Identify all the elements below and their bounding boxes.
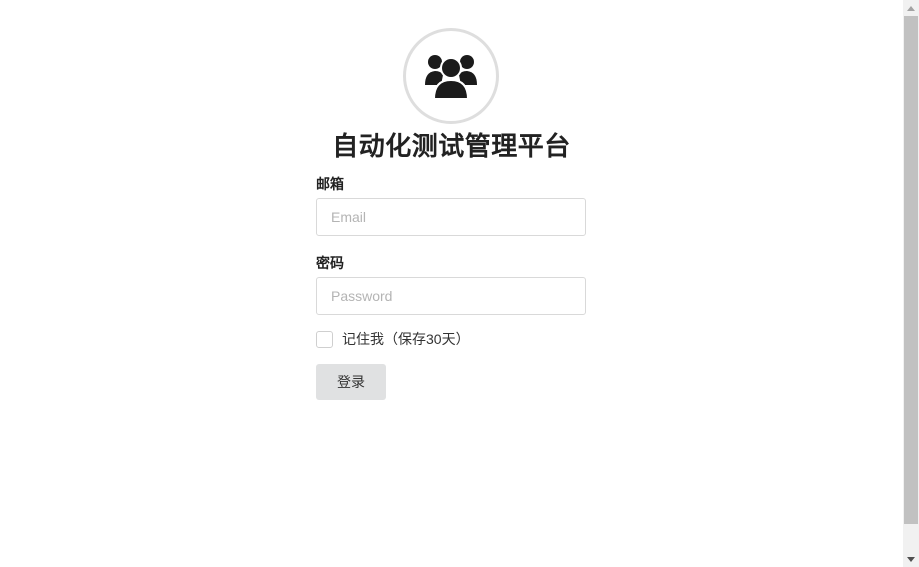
scrollbar-thumb[interactable] xyxy=(904,16,918,524)
password-input[interactable] xyxy=(316,277,586,315)
remember-me: 记住我（保存30天） xyxy=(316,330,586,348)
users-group-icon xyxy=(424,51,478,101)
page-title: 自动化测试管理平台 xyxy=(332,131,571,161)
login-form: 邮箱 密码 记住我（保存30天） 登录 xyxy=(316,174,586,400)
vertical-scrollbar[interactable] xyxy=(903,0,919,567)
logo xyxy=(403,28,499,124)
scroll-down-arrow-icon[interactable] xyxy=(903,551,919,567)
remember-me-checkbox[interactable] xyxy=(316,330,333,348)
password-label: 密码 xyxy=(316,255,344,271)
remember-me-label[interactable]: 记住我（保存30天） xyxy=(342,330,470,348)
email-input[interactable] xyxy=(316,198,586,236)
email-label: 邮箱 xyxy=(316,176,344,192)
login-button[interactable]: 登录 xyxy=(316,364,386,400)
login-page: 自动化测试管理平台 邮箱 密码 记住我（保存30天） 登录 xyxy=(0,0,919,567)
scroll-up-arrow-icon[interactable] xyxy=(903,0,919,16)
